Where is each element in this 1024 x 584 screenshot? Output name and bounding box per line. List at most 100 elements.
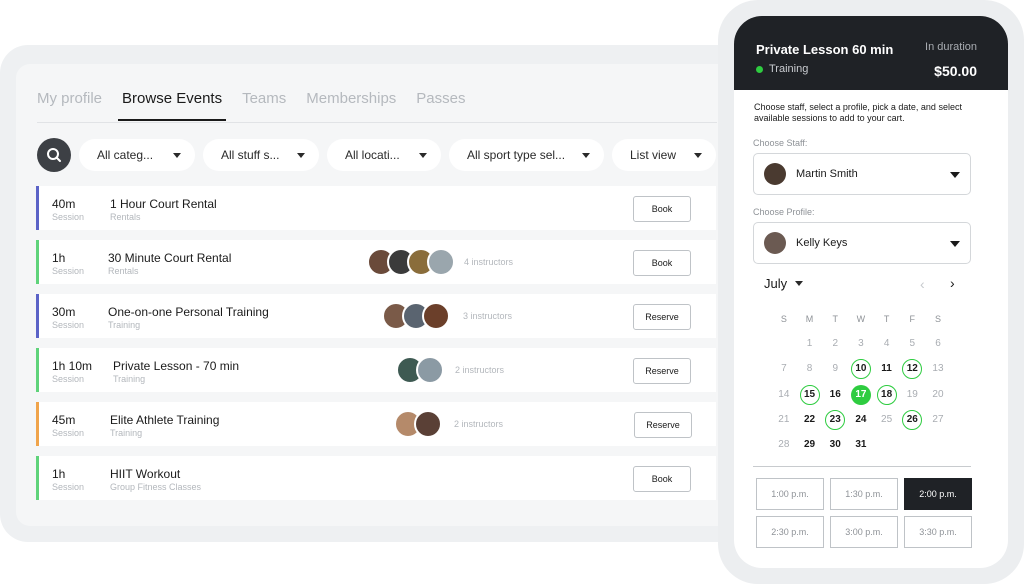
time-slot-selected[interactable]: 2:00 p.m. [904, 478, 972, 510]
calendar-week: 123456 [771, 331, 951, 356]
booking-instructions: Choose staff, select a profile, pick a d… [754, 102, 962, 123]
calendar-week: 14 15 16 17 18 19 20 [771, 382, 951, 407]
sport-type-filter[interactable]: All sport type sel... [449, 139, 604, 171]
view-selector[interactable]: List view [612, 139, 716, 171]
event-row: 45m Session Elite Athlete Training Train… [36, 402, 716, 446]
time-slot[interactable]: 2:30 p.m. [756, 516, 824, 548]
calendar-day-available[interactable]: 12 [899, 359, 925, 380]
time-slot[interactable]: 3:00 p.m. [830, 516, 898, 548]
event-title: 1 Hour Court Rental [110, 197, 217, 211]
staff-filter[interactable]: All stuff s... [203, 139, 319, 171]
event-category: Rentals [110, 212, 141, 222]
calendar-day[interactable]: 11 [874, 359, 900, 379]
weekday-label: T [883, 313, 890, 324]
event-duration: 1h [52, 251, 66, 265]
calendar-day-selected[interactable]: 17 [848, 384, 874, 405]
calendar-day[interactable]: 7 [771, 359, 797, 379]
event-kind: Session [52, 482, 85, 492]
category-filter[interactable]: All categ... [79, 139, 195, 171]
calendar-day[interactable]: 19 [899, 385, 925, 405]
calendar-week: 28 29 30 31 [771, 432, 951, 457]
chevron-down-icon [950, 172, 960, 178]
location-filter-label: All locati... [345, 148, 400, 162]
search-button[interactable] [37, 138, 71, 172]
event-row: 1h Session HIIT Workout Group Fitness Cl… [36, 456, 716, 500]
calendar-day[interactable]: 2 [822, 334, 848, 354]
location-filter[interactable]: All locati... [327, 139, 441, 171]
prev-month-button[interactable]: ‹ [920, 276, 925, 292]
instructor-avatars [367, 248, 455, 276]
event-duration: 1h 10m [52, 359, 93, 373]
staff-filter-label: All stuff s... [221, 148, 280, 162]
calendar-day-available[interactable]: 23 [822, 409, 848, 430]
calendar-day[interactable]: 16 [822, 385, 848, 405]
reserve-button[interactable]: Reserve [634, 412, 692, 438]
reserve-button[interactable]: Reserve [633, 358, 691, 384]
event-row: 1h 10m Session Private Lesson - 70 min T… [36, 348, 716, 392]
chevron-down-icon [582, 152, 590, 158]
event-title: One-on-one Personal Training [108, 305, 269, 319]
chevron-down-icon [419, 152, 427, 158]
tab-my-profile[interactable]: My profile [37, 90, 102, 121]
book-button[interactable]: Book [633, 196, 691, 222]
calendar-day[interactable]: 28 [771, 435, 797, 455]
calendar-day-available[interactable]: 26 [899, 409, 925, 430]
time-slot[interactable]: 3:30 p.m. [904, 516, 972, 548]
weekday-label: W [856, 313, 866, 324]
staff-select[interactable]: Martin Smith [753, 153, 971, 195]
event-kind: Session [52, 428, 85, 438]
calendar-day[interactable]: 4 [874, 334, 900, 354]
next-month-button[interactable]: › [950, 275, 955, 291]
reserve-button[interactable]: Reserve [633, 304, 691, 330]
tab-teams[interactable]: Teams [242, 90, 286, 121]
event-duration: 30m [52, 305, 76, 319]
calendar-day[interactable]: 29 [797, 435, 823, 455]
weekday-label: M [805, 313, 814, 324]
calendar-day[interactable]: 25 [874, 410, 900, 430]
calendar-day-available[interactable]: 18 [874, 384, 900, 405]
event-title: 30 Minute Court Rental [108, 251, 232, 265]
booking-category: Training [756, 63, 808, 75]
calendar-grid: S M T W T F S 1 2 3 4 5 6 7 8 9 10 11 12 13 14 15 16 17 18 19 20 21… [771, 306, 951, 458]
tab-browse-events[interactable]: Browse Events [118, 90, 227, 121]
calendar-empty [925, 435, 951, 455]
tab-passes[interactable]: Passes [416, 90, 465, 121]
profile-select-value: Kelly Keys [796, 237, 848, 249]
event-category: Training [113, 374, 146, 384]
calendar-day[interactable]: 5 [899, 334, 925, 354]
time-slot[interactable]: 1:30 p.m. [830, 478, 898, 510]
calendar-day[interactable]: 22 [797, 410, 823, 430]
book-button[interactable]: Book [633, 250, 691, 276]
event-kind: Session [52, 320, 85, 330]
calendar-day[interactable]: 27 [925, 410, 951, 430]
avatar [427, 248, 455, 276]
calendar-day[interactable]: 1 [797, 334, 823, 354]
calendar-day-available[interactable]: 15 [797, 384, 823, 405]
calendar-day[interactable]: 6 [925, 334, 951, 354]
calendar-day-available[interactable]: 10 [848, 359, 874, 380]
category-filter-label: All categ... [97, 148, 154, 162]
calendar-day[interactable]: 21 [771, 410, 797, 430]
calendar-day[interactable]: 24 [848, 410, 874, 430]
calendar-day[interactable]: 20 [925, 385, 951, 405]
profile-select[interactable]: Kelly Keys [753, 222, 971, 264]
calendar-day[interactable]: 3 [848, 334, 874, 354]
calendar-day[interactable]: 9 [822, 359, 848, 379]
calendar-day[interactable]: 31 [848, 435, 874, 455]
status-dot-icon [756, 65, 763, 73]
duration-label: In duration [925, 41, 977, 53]
calendar-day[interactable]: 8 [797, 359, 823, 379]
month-label: July [764, 276, 788, 291]
calendar-day[interactable]: 14 [771, 385, 797, 405]
tab-memberships[interactable]: Memberships [306, 90, 396, 121]
avatar [414, 410, 442, 438]
calendar-empty [771, 334, 797, 354]
instructor-avatars [396, 356, 444, 384]
instructor-avatars [394, 410, 442, 438]
calendar-day[interactable]: 30 [822, 435, 848, 455]
time-slot[interactable]: 1:00 p.m. [756, 478, 824, 510]
staff-select-value: Martin Smith [796, 168, 858, 180]
calendar-day[interactable]: 13 [925, 359, 951, 379]
month-selector[interactable]: July [764, 276, 804, 291]
book-button[interactable]: Book [633, 466, 691, 492]
